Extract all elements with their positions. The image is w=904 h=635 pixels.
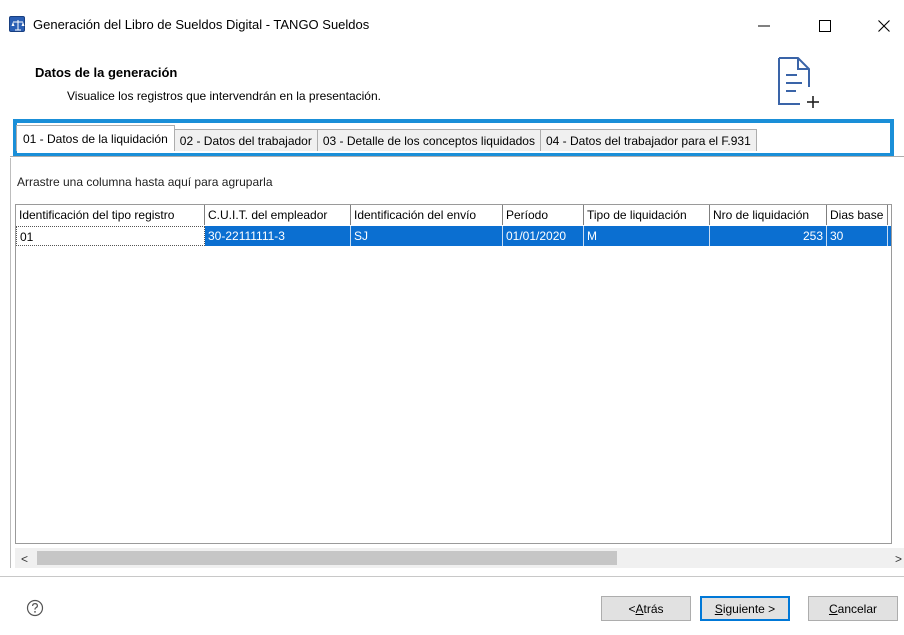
- document-add-icon: [776, 56, 826, 113]
- scroll-left-icon[interactable]: <: [21, 552, 28, 566]
- table-cell[interactable]: [888, 226, 891, 246]
- table-cell[interactable]: SJ: [351, 226, 503, 246]
- tab-strip: 01 - Datos de la liquidación 02 - Datos …: [16, 125, 757, 151]
- column-header[interactable]: C.U.I.T. del empleador: [205, 205, 351, 225]
- back-button[interactable]: < Atrás: [601, 596, 691, 621]
- column-header[interactable]: Identificación del tipo registro: [16, 205, 205, 225]
- next-button[interactable]: Siguiente >: [700, 596, 790, 621]
- table-cell[interactable]: 253: [710, 226, 827, 246]
- help-icon[interactable]: [26, 599, 44, 620]
- title-bar[interactable]: Generación del Libro de Sueldos Digital …: [0, 0, 904, 50]
- group-by-area[interactable]: Arrastre una columna hasta aquí para agr…: [17, 175, 273, 189]
- column-header[interactable]: Nro de liquidación: [710, 205, 827, 225]
- tab-datos-trabajador[interactable]: 02 - Datos del trabajador: [173, 129, 318, 151]
- tab-datos-liquidacion[interactable]: 01 - Datos de la liquidación: [16, 125, 175, 151]
- table-row[interactable]: 01 30-22111111-3 SJ 01/01/2020 M 253 30: [16, 226, 891, 246]
- minimize-icon: [758, 25, 770, 27]
- table-cell[interactable]: 30-22111111-3: [205, 226, 351, 246]
- scroll-right-icon[interactable]: >: [895, 552, 902, 566]
- table-cell[interactable]: 01/01/2020: [503, 226, 584, 246]
- cancel-button[interactable]: Cancelar: [808, 596, 898, 621]
- footer-divider: [0, 576, 904, 577]
- column-header[interactable]: Tipo de liquidación: [584, 205, 710, 225]
- tab-detalle-conceptos[interactable]: 03 - Detalle de los conceptos liquidados: [316, 129, 541, 151]
- close-button[interactable]: [864, 9, 904, 43]
- column-header[interactable]: Período: [503, 205, 584, 225]
- column-header[interactable]: Identificación del envío: [351, 205, 503, 225]
- close-icon: [878, 20, 890, 32]
- section-subtitle: Visualice los registros que intervendrán…: [67, 89, 381, 103]
- tab-datos-trabajador-f931[interactable]: 04 - Datos del trabajador para el F.931: [539, 129, 757, 151]
- column-header[interactable]: Dias base: [827, 205, 888, 225]
- window-title: Generación del Libro de Sueldos Digital …: [33, 17, 370, 32]
- section-title: Datos de la generación: [35, 65, 178, 80]
- minimize-button[interactable]: [744, 9, 784, 43]
- table-cell[interactable]: 01: [16, 226, 205, 246]
- scales-app-icon: [9, 16, 25, 32]
- table-cell[interactable]: M: [584, 226, 710, 246]
- horizontal-scrollbar[interactable]: < >: [15, 548, 904, 568]
- maximize-icon: [819, 20, 831, 32]
- maximize-button[interactable]: [805, 9, 845, 43]
- tab-baseline: [10, 156, 904, 157]
- scrollbar-thumb[interactable]: [37, 551, 617, 565]
- data-grid[interactable]: Identificación del tipo registro C.U.I.T…: [15, 204, 892, 544]
- table-cell[interactable]: 30: [827, 226, 888, 246]
- column-header[interactable]: C: [888, 205, 891, 225]
